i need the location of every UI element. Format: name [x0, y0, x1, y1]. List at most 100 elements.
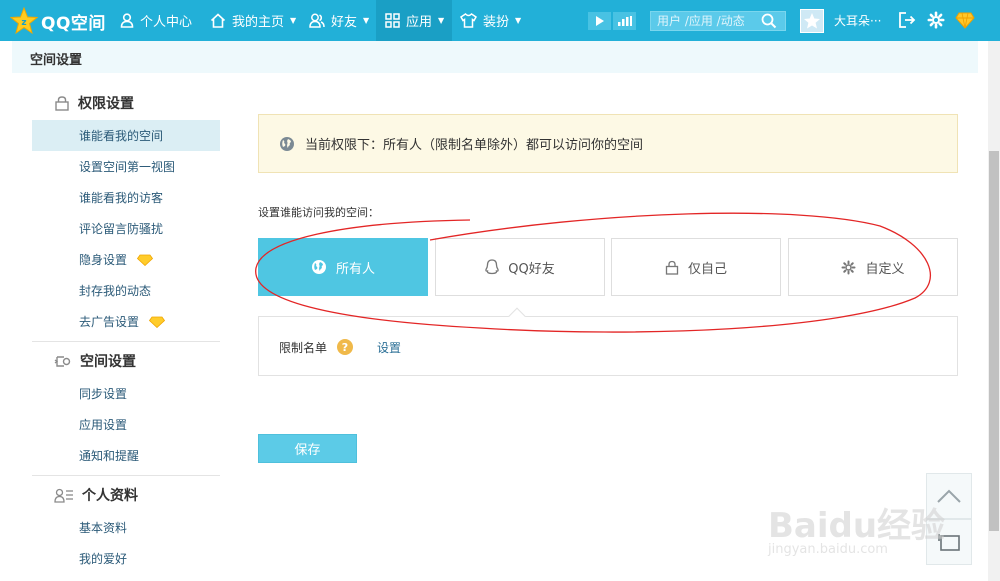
restriction-settings-link[interactable]: 设置 [377, 339, 401, 356]
sidebar-item-label: 去广告设置 [79, 315, 140, 329]
sidebar-item-app-settings[interactable]: 应用设置 [32, 409, 220, 440]
settings-sidebar: 权限设置 谁能看我的空间 设置空间第一视图 谁能看我的访客 评论留言防骚扰 隐身… [32, 86, 220, 574]
top-navigation-bar: z QQ空间 个人中心 我的主页 ▼ 好友 ▼ 应用 ▼ 装扮 ▼ 用户 /应用… [0, 0, 1000, 41]
help-icon[interactable]: ? [337, 339, 353, 355]
play-icon [595, 16, 604, 26]
sidebar-section-permissions: 权限设置 [32, 86, 220, 120]
nav-label: 好友 [331, 15, 358, 30]
restriction-list-panel: 限制名单 ? 设置 [258, 307, 958, 376]
chevron-down-icon: ▼ [515, 16, 522, 25]
logo-text: QQ空间 [41, 13, 106, 34]
page-header: 空间设置 [12, 41, 978, 73]
sidebar-item-label: 隐身设置 [79, 253, 128, 267]
visibility-options: 所有人 QQ好友 仅自己 自定义 [258, 238, 958, 296]
option-everyone[interactable]: 所有人 [258, 238, 428, 296]
sidebar-item-archive-feeds[interactable]: 封存我的动态 [32, 275, 220, 306]
nav-my-homepage[interactable]: 我的主页 ▼ [210, 0, 296, 41]
sidebar-item-label: 同步设置 [79, 387, 128, 401]
sidebar-divider [32, 475, 220, 476]
option-qq-friends[interactable]: QQ好友 [435, 238, 605, 296]
save-button[interactable]: 保存 [258, 434, 357, 463]
settings-gear-icon[interactable] [927, 11, 945, 29]
chevron-down-icon: ▼ [363, 16, 370, 25]
option-label: 所有人 [335, 261, 375, 277]
user-avatar[interactable] [800, 9, 824, 33]
notice-text: 当前权限下：所有人（限制名单除外）都可以访问你的空间 [305, 138, 644, 153]
page-title: 空间设置 [30, 53, 83, 68]
sidebar-item-anti-harassment[interactable]: 评论留言防骚扰 [32, 213, 220, 244]
globe-icon [280, 136, 294, 151]
qzone-logo[interactable]: z QQ空间 [10, 6, 106, 36]
sidebar-item-label: 封存我的动态 [79, 284, 152, 298]
nav-apps[interactable]: 应用 ▼ [376, 0, 452, 41]
equalizer-button[interactable] [613, 12, 636, 30]
sidebar-item-label: 通知和提醒 [79, 449, 140, 463]
sidebar-section-space-settings: 空间设置 [32, 344, 220, 378]
friends-icon [309, 13, 325, 28]
username[interactable]: 大耳朵··· [834, 12, 881, 29]
sidebar-divider [32, 341, 220, 342]
option-only-me[interactable]: 仅自己 [611, 238, 781, 296]
sidebar-item-label: 我的爱好 [79, 552, 128, 566]
star-logo-icon: z [10, 7, 38, 35]
search-icon[interactable] [761, 13, 777, 29]
sidebar-item-label: 应用设置 [79, 418, 128, 432]
sidebar-item-hobbies[interactable]: 我的爱好 [32, 543, 220, 574]
lock-icon [665, 260, 679, 275]
diamond-vip-icon[interactable] [955, 11, 975, 29]
sidebar-item-who-can-see-visitors[interactable]: 谁能看我的访客 [32, 182, 220, 213]
sidebar-item-remove-ads[interactable]: 去广告设置 [32, 306, 220, 337]
option-label: 自定义 [865, 261, 905, 277]
section-title: 空间设置 [80, 354, 136, 370]
option-label: QQ好友 [508, 261, 555, 277]
sidebar-item-first-view[interactable]: 设置空间第一视图 [32, 151, 220, 182]
profile-icon [54, 488, 73, 503]
nav-personal-center[interactable]: 个人中心 [120, 0, 192, 41]
nav-label: 装扮 [483, 15, 510, 30]
search-input[interactable] [651, 12, 761, 30]
equalizer-icon [617, 16, 632, 26]
svg-text:z: z [21, 18, 26, 28]
apps-icon [385, 13, 400, 28]
chevron-down-icon: ▼ [290, 16, 297, 25]
sidebar-item-invisible[interactable]: 隐身设置 [32, 244, 220, 275]
media-controls [588, 12, 638, 30]
sidebar-item-basic-info[interactable]: 基本资料 [32, 512, 220, 543]
sidebar-item-label: 谁能看我的空间 [79, 129, 164, 143]
gear-icon [841, 259, 856, 275]
diamond-vip-icon [137, 254, 154, 266]
home-icon [210, 13, 226, 28]
nav-decorate[interactable]: 装扮 ▼ [460, 0, 521, 41]
sidebar-item-who-can-see-space[interactable]: 谁能看我的空间 [32, 120, 220, 151]
space-settings-icon [54, 355, 71, 367]
globe-icon [311, 260, 326, 274]
sidebar-item-notifications[interactable]: 通知和提醒 [32, 440, 220, 471]
lock-icon [55, 95, 69, 111]
nav-friends[interactable]: 好友 ▼ [309, 0, 369, 41]
play-button[interactable] [588, 12, 611, 30]
logout-icon[interactable] [898, 11, 916, 29]
nav-label: 个人中心 [140, 15, 193, 30]
option-label: 仅自己 [687, 261, 727, 277]
sidebar-item-label: 评论留言防骚扰 [79, 222, 164, 236]
shirt-icon [460, 13, 477, 28]
sidebar-item-label: 基本资料 [79, 521, 128, 535]
scroll-thumb[interactable] [989, 151, 999, 531]
penguin-icon [485, 259, 500, 275]
restriction-list-label: 限制名单 [279, 341, 328, 355]
nav-label: 应用 [406, 15, 433, 30]
section-title: 权限设置 [78, 96, 134, 112]
avatar-star-icon [804, 13, 820, 29]
sidebar-item-sync[interactable]: 同步设置 [32, 378, 220, 409]
nav-label: 我的主页 [232, 15, 285, 30]
watermark-main-text: Baidu经验 [768, 506, 946, 546]
search-box [650, 11, 786, 31]
chevron-down-icon: ▼ [438, 16, 445, 25]
sidebar-item-label: 设置空间第一视图 [79, 160, 176, 174]
baidu-watermark: Baidu经验 jingyan.baidu.com [760, 470, 990, 580]
option-custom[interactable]: 自定义 [788, 238, 958, 296]
diamond-vip-icon [149, 316, 166, 328]
watermark-url-text: jingyan.baidu.com [768, 542, 888, 557]
sidebar-section-profile: 个人资料 [32, 478, 220, 512]
section-title: 个人资料 [82, 488, 138, 504]
